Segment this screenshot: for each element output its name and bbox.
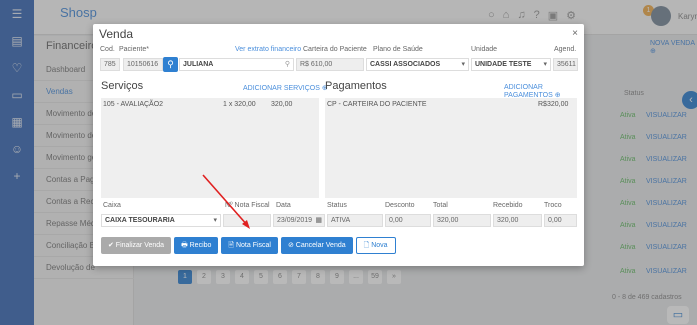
annotation-arrow: [202, 174, 250, 229]
